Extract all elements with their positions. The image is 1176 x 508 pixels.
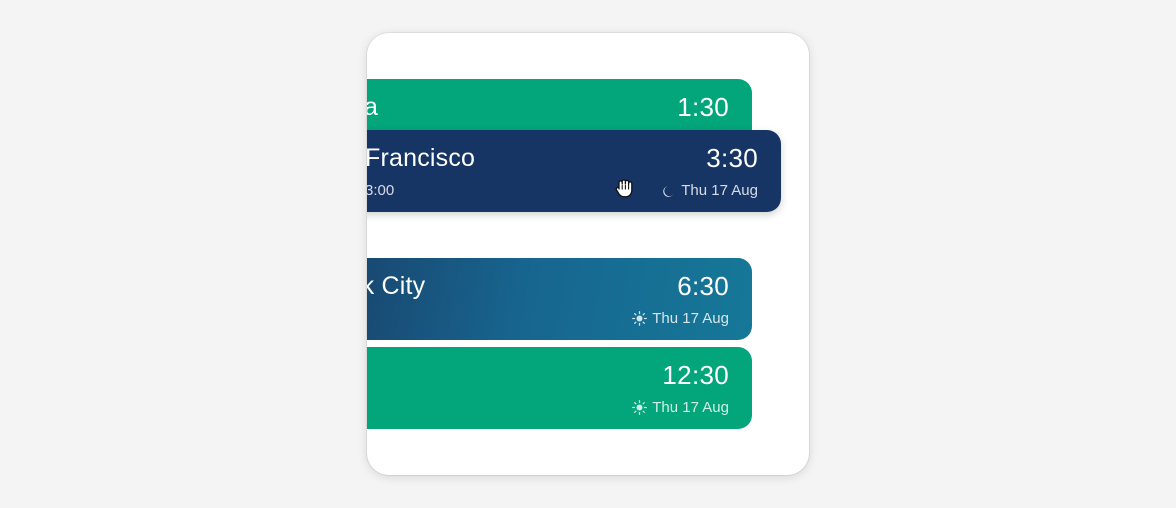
date-text: Thu 17 Aug bbox=[652, 310, 729, 327]
date-label: Thu 17 Aug bbox=[632, 310, 729, 327]
city-name: Francisco bbox=[367, 144, 476, 172]
date-label: Thu 17 Aug bbox=[662, 182, 758, 199]
sun-icon bbox=[632, 311, 648, 326]
date-text: Thu 17 Aug bbox=[652, 399, 729, 416]
moon-icon bbox=[662, 184, 676, 198]
grab-hand-icon bbox=[612, 174, 638, 200]
date-text: Thu 17 Aug bbox=[681, 182, 758, 199]
world-clock-panel: a 1:30 Francisco 3:30 3:00 Thu 17 Aug or… bbox=[367, 33, 809, 475]
city-name: a bbox=[367, 93, 379, 121]
city-time: 3:30 bbox=[706, 143, 758, 173]
city-card-2-dragging[interactable]: Francisco 3:30 3:00 Thu 17 Aug bbox=[367, 130, 781, 212]
city-card-4[interactable]: 12:30 Thu 17 Aug bbox=[367, 347, 752, 429]
city-card-3[interactable]: ork City 6:30 Thu 17 Aug bbox=[367, 258, 752, 340]
city-time: 12:30 bbox=[662, 360, 729, 390]
date-label: Thu 17 Aug bbox=[632, 399, 729, 416]
city-name: ork City bbox=[367, 272, 426, 300]
city-time: 6:30 bbox=[677, 271, 729, 301]
city-time: 1:30 bbox=[677, 92, 729, 122]
sun-icon bbox=[632, 400, 648, 415]
time-offset-label: 3:00 bbox=[367, 182, 395, 199]
